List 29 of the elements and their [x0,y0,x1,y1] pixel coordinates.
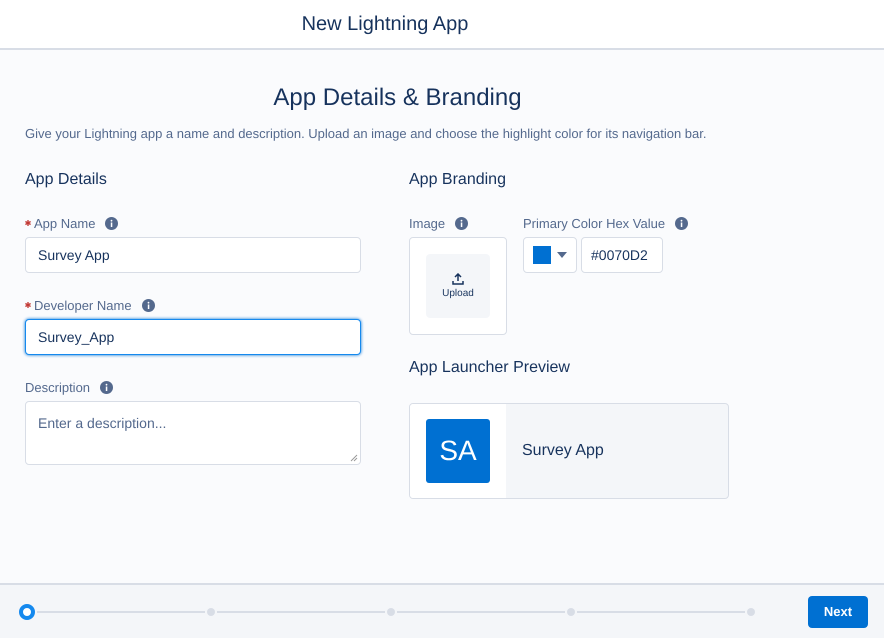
upload-button[interactable]: Upload [426,254,490,318]
progress-step[interactable] [19,604,35,620]
input-field[interactable]: Survey App [25,237,361,273]
app-tile: SA [426,419,490,483]
resize-handle-icon[interactable] [350,454,358,462]
field-label: Developer Name [34,298,132,312]
input-field[interactable]: Survey_App [25,319,361,355]
next-button[interactable]: Next [808,596,868,628]
info-icon[interactable] [100,380,114,394]
upload-icon [452,273,464,285]
intro-text: Give your Lightning app a name and description. Upload an image and choose the highlight color for its navigation bar. [25,126,708,141]
info-icon[interactable] [675,216,688,230]
field-label: App Name [34,216,96,230]
field-label: Image [409,216,446,230]
section-title: App Branding [409,171,507,190]
hex-field[interactable]: #0070D2 [581,237,663,273]
info-icon[interactable] [142,298,155,312]
info-icon[interactable] [455,216,468,230]
caret-icon [557,252,567,258]
field-label: Description [25,380,90,394]
window-title: New Lightning App [302,12,468,36]
info-icon[interactable] [105,216,118,230]
description-field[interactable]: Enter a description... [25,401,361,465]
section-title: App Launcher Preview [409,359,571,378]
field-label: Primary Color Hex Value [523,216,666,230]
color-picker[interactable] [523,237,577,273]
section-title: App Details [25,171,108,190]
app-name: Survey App [522,442,604,460]
page-heading: App Details & Branding [273,84,522,112]
